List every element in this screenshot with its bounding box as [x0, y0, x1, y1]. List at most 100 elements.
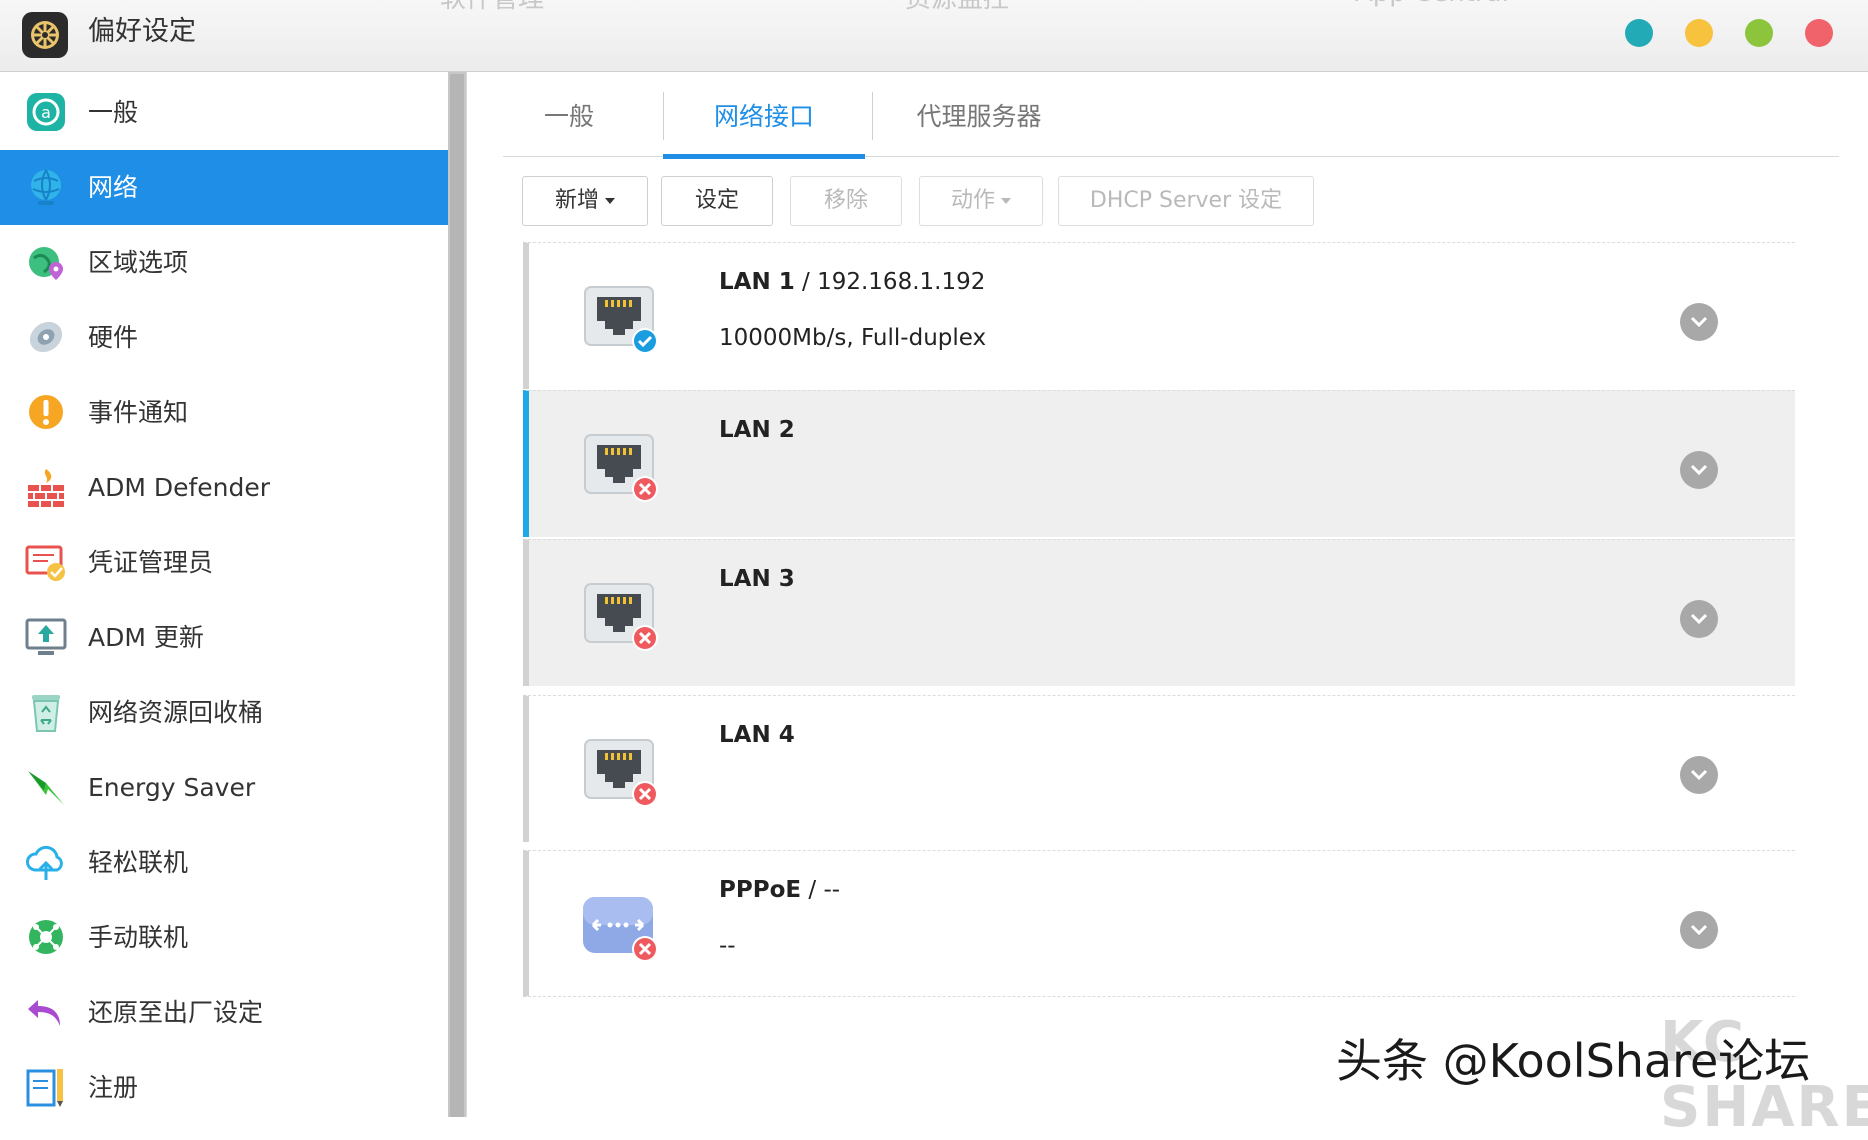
update-icon — [25, 618, 67, 655]
expand-button[interactable] — [1680, 911, 1718, 949]
chevron-down-icon — [605, 198, 615, 204]
interface-name: LAN 1 — [719, 269, 795, 295]
ethernet-port-icon — [584, 583, 658, 651]
tab-general[interactable]: 一般 — [503, 92, 635, 156]
energy-icon — [28, 771, 64, 805]
tab-proxy-server[interactable]: 代理服务器 — [879, 92, 1079, 156]
interface-title: LAN 3 — [719, 566, 795, 592]
manual-connect-icon — [29, 920, 63, 954]
sidebar-item-adm-update[interactable]: ADM 更新 — [0, 600, 448, 675]
sidebar-item-energy-saver[interactable]: Energy Saver — [0, 750, 448, 825]
register-icon — [26, 1069, 63, 1107]
interface-status-text: -- — [719, 933, 736, 959]
interface-ip: / -- — [801, 877, 841, 903]
interface-row-lan4[interactable]: LAN 4 — [523, 695, 1795, 842]
dhcp-server-settings-button[interactable]: DHCP Server 设定 — [1058, 176, 1314, 226]
chevron-down-icon — [1001, 198, 1011, 204]
hardware-icon — [29, 321, 63, 353]
chevron-down-icon — [1690, 316, 1708, 328]
remove-button[interactable]: 移除 — [790, 176, 902, 226]
sidebar-item-factory-reset[interactable]: 还原至出厂设定 — [0, 975, 448, 1050]
active-tab-indicator — [663, 154, 865, 159]
sidebar-item-label: 事件通知 — [88, 398, 189, 427]
sidebar: a 一般 网络 区域选项 硬件 事件通知 ADM Defender 凭证管理员 … — [0, 72, 448, 1117]
interface-ip: / 192.168.1.192 — [794, 269, 986, 295]
sidebar-item-network[interactable]: 网络 — [0, 150, 448, 225]
ghost-tab-1[interactable]: 软件管理 — [440, 0, 544, 15]
reset-icon — [28, 1000, 60, 1026]
interface-speed: 10000Mb/s, Full-duplex — [719, 325, 987, 351]
watermark-text: 头条 @KoolShare论坛 — [1336, 1034, 1811, 1088]
interface-row-lan2[interactable]: LAN 2 — [523, 390, 1795, 537]
sidebar-item-label: Energy Saver — [88, 773, 256, 802]
app-gear-icon — [22, 12, 68, 58]
tab-label: 网络接口 — [713, 102, 814, 131]
general-icon: a — [27, 93, 65, 131]
certificate-icon — [25, 545, 65, 581]
ghost-tab-2[interactable]: 资源监控 — [905, 0, 1009, 15]
cloud-connect-icon — [26, 845, 63, 880]
main-content: 一般 网络接口 代理服务器 新增 设定 移除 动作 DHCP Server 设定… — [467, 72, 1868, 1117]
sidebar-item-certificate[interactable]: 凭证管理员 — [0, 525, 448, 600]
close-button[interactable] — [1805, 19, 1833, 47]
sidebar-item-label: ADM Defender — [88, 473, 271, 502]
interface-name: LAN 2 — [719, 417, 795, 443]
interface-title: PPPoE / -- — [719, 877, 840, 903]
interface-row-pppoe[interactable]: PPPoE / -- -- — [523, 850, 1795, 997]
expand-button[interactable] — [1680, 303, 1718, 341]
sidebar-scrollbar-thumb[interactable] — [450, 74, 464, 1117]
add-button-label: 新增 — [554, 188, 599, 213]
tab-separator — [872, 92, 873, 140]
alert-icon — [29, 395, 63, 429]
expand-button[interactable] — [1680, 756, 1718, 794]
chevron-down-icon — [1690, 924, 1708, 936]
tab-network-interface[interactable]: 网络接口 — [663, 92, 865, 159]
sidebar-item-register[interactable]: 注册 — [0, 1050, 448, 1125]
interface-title: LAN 2 — [719, 417, 795, 443]
firewall-icon — [28, 469, 64, 507]
pppoe-icon — [583, 897, 658, 962]
expand-button[interactable] — [1680, 451, 1718, 489]
interface-row-lan1[interactable]: LAN 1 / 192.168.1.192 10000Mb/s, Full-du… — [523, 242, 1795, 389]
interface-title: LAN 1 / 192.168.1.192 — [719, 269, 985, 295]
interface-name: LAN 4 — [719, 722, 795, 748]
sidebar-item-label: 网络 — [88, 173, 139, 202]
maximize-button[interactable] — [1745, 19, 1773, 47]
interface-title: LAN 4 — [719, 722, 795, 748]
sidebar-item-hardware[interactable]: 硬件 — [0, 300, 448, 375]
chevron-down-icon — [1690, 464, 1708, 476]
sidebar-item-notification[interactable]: 事件通知 — [0, 375, 448, 450]
ethernet-port-icon — [584, 286, 658, 354]
add-button[interactable]: 新增 — [522, 176, 648, 226]
sidebar-item-label: 轻松联机 — [88, 848, 189, 877]
chevron-down-icon — [1690, 613, 1708, 625]
sidebar-item-easy-connect[interactable]: 轻松联机 — [0, 825, 448, 900]
sidebar-item-label: 还原至出厂设定 — [88, 998, 264, 1027]
interface-row-lan3[interactable]: LAN 3 — [523, 539, 1795, 686]
interface-name: LAN 3 — [719, 566, 795, 592]
chevron-down-icon — [1690, 769, 1708, 781]
settings-button[interactable]: 设定 — [661, 176, 773, 226]
sidebar-item-manual-connect[interactable]: 手动联机 — [0, 900, 448, 975]
sidebar-item-adm-defender[interactable]: ADM Defender — [0, 450, 448, 525]
sidebar-item-label: 一般 — [88, 98, 139, 127]
interface-name: PPPoE — [719, 877, 802, 903]
sidebar-item-label: 凭证管理员 — [88, 548, 214, 577]
sidebar-item-label: 网络资源回收桶 — [88, 698, 264, 727]
expand-button[interactable] — [1680, 600, 1718, 638]
svg-text:a: a — [41, 103, 51, 122]
sidebar-item-label: 硬件 — [88, 323, 139, 352]
restore-button[interactable] — [1685, 19, 1713, 47]
sidebar-item-recycle-bin[interactable]: 网络资源回收桶 — [0, 675, 448, 750]
action-button[interactable]: 动作 — [919, 176, 1043, 226]
region-icon — [29, 247, 63, 280]
ethernet-port-icon — [584, 739, 658, 807]
sidebar-item-label: 注册 — [88, 1073, 139, 1102]
title-bar: 偏好设定 软件管理 资源监控 App Central — [0, 0, 1868, 72]
sidebar-item-label: 手动联机 — [88, 923, 189, 952]
sidebar-item-general[interactable]: a 一般 — [0, 75, 448, 150]
sidebar-item-label: 区域选项 — [88, 248, 189, 277]
sidebar-item-region[interactable]: 区域选项 — [0, 225, 448, 300]
ghost-tab-3[interactable]: App Central — [1355, 0, 1509, 8]
minimize-button[interactable] — [1625, 19, 1653, 47]
